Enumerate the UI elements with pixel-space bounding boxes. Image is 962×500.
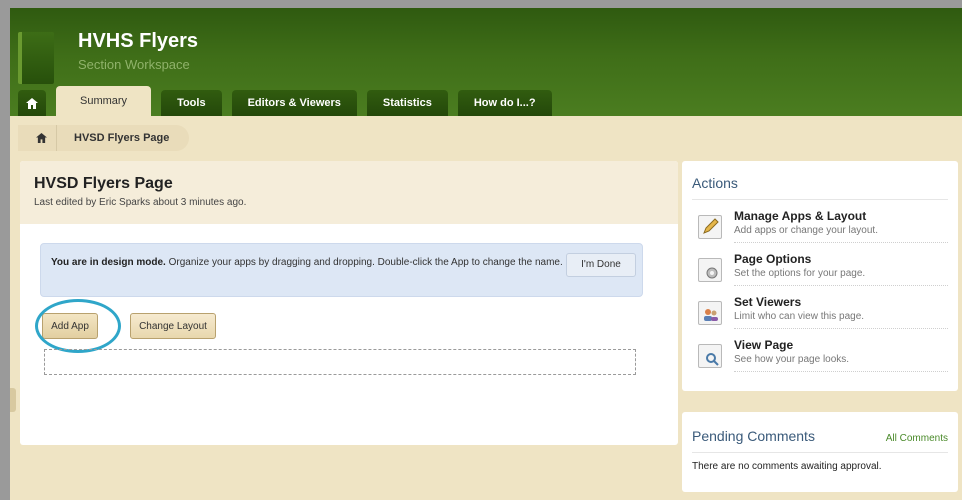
action-label: Page Options: [734, 252, 812, 266]
im-done-button[interactable]: I'm Done: [566, 253, 636, 277]
action-label: View Page: [734, 338, 794, 352]
side-handle[interactable]: [10, 388, 16, 412]
tab-how-do-i[interactable]: How do I...?: [457, 90, 552, 116]
change-layout-button[interactable]: Change Layout: [130, 313, 216, 339]
action-desc: Set the options for your page.: [734, 268, 866, 279]
action-set-viewers[interactable]: Set Viewers Limit who can view this page…: [692, 295, 948, 329]
breadcrumb-current[interactable]: HVSD Flyers Page: [74, 132, 169, 144]
home-icon: [35, 133, 47, 143]
notice-text: Organize your apps by dragging and dropp…: [165, 257, 563, 268]
site-subtitle: Section Workspace: [78, 57, 190, 72]
gear-page-icon: [698, 258, 722, 282]
actions-panel: Actions Manage Apps & Layout Add apps or…: [682, 161, 958, 391]
action-page-options[interactable]: Page Options Set the options for your pa…: [692, 252, 948, 286]
breadcrumb: HVSD Flyers Page: [18, 125, 190, 151]
action-desc: Add apps or change your layout.: [734, 225, 878, 236]
breadcrumb-separator: [56, 125, 66, 151]
last-edited-text: Last edited by Eric Sparks about 3 minut…: [34, 197, 247, 208]
tab-editors-viewers[interactable]: Editors & Viewers: [231, 90, 357, 116]
no-comments-text: There are no comments awaiting approval.: [692, 461, 882, 472]
action-desc: Limit who can view this page.: [734, 311, 865, 322]
action-view-page[interactable]: View Page See how your page looks.: [692, 338, 948, 372]
action-manage-apps[interactable]: Manage Apps & Layout Add apps or change …: [692, 209, 948, 243]
pending-comments-title: Pending Comments: [692, 428, 815, 444]
pencil-icon: [698, 215, 722, 239]
action-desc: See how your page looks.: [734, 354, 850, 365]
tab-bar: Summary Tools Editors & Viewers Statisti…: [18, 86, 562, 116]
actions-title: Actions: [692, 175, 948, 200]
app-drop-zone[interactable]: [44, 349, 636, 375]
site-header: HVHS Flyers Section Workspace Summary To…: [10, 8, 962, 116]
app-frame: HVHS Flyers Section Workspace Summary To…: [10, 8, 962, 500]
people-icon: [698, 301, 722, 325]
page-title: HVSD Flyers Page: [34, 175, 173, 192]
action-label: Manage Apps & Layout: [734, 209, 867, 223]
magnifier-page-icon: [698, 344, 722, 368]
breadcrumb-home[interactable]: [26, 133, 56, 143]
main-panel: HVSD Flyers Page Last edited by Eric Spa…: [20, 161, 678, 445]
tab-summary[interactable]: Summary: [56, 86, 152, 116]
tab-home[interactable]: [18, 90, 46, 116]
home-icon: [26, 97, 38, 109]
site-logo: [18, 32, 54, 84]
notice-bold: You are in design mode.: [51, 257, 166, 268]
action-label: Set Viewers: [734, 295, 802, 309]
tab-tools[interactable]: Tools: [161, 90, 222, 116]
design-mode-notice: You are in design mode. Organize your ap…: [40, 243, 643, 297]
pending-comments-panel: Pending Comments All Comments There are …: [682, 412, 958, 492]
tab-statistics[interactable]: Statistics: [366, 90, 448, 116]
all-comments-link[interactable]: All Comments: [886, 433, 948, 444]
highlight-circle: [35, 299, 121, 353]
page-header: HVSD Flyers Page Last edited by Eric Spa…: [20, 161, 678, 224]
site-title: HVHS Flyers: [78, 30, 199, 52]
